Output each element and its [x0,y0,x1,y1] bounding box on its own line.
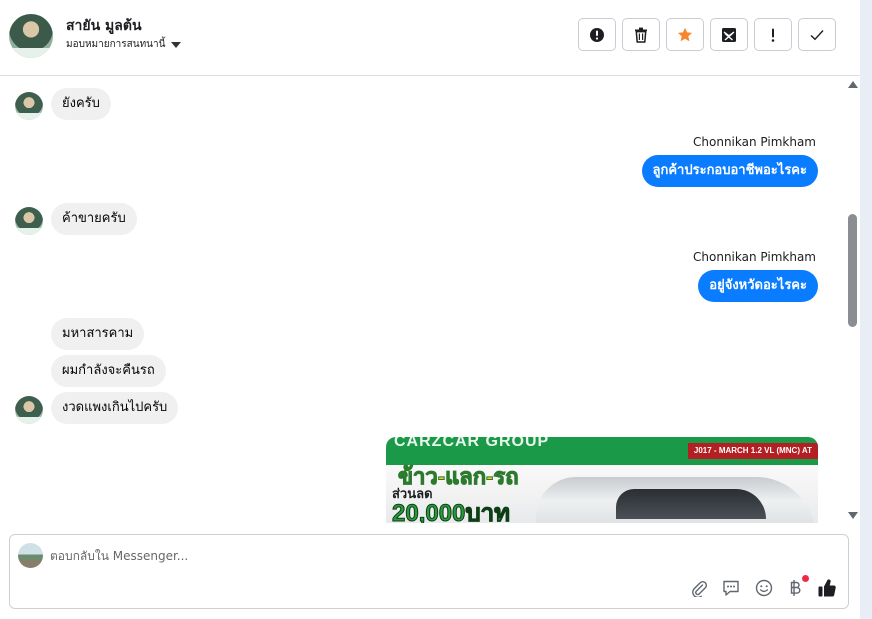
report-button[interactable] [578,18,616,51]
reply-input[interactable] [50,545,650,567]
conversation-header: สายัน มูลต้น มอบหมายการสนทนานี้ [0,0,860,76]
attach-button[interactable] [688,577,710,599]
contact-avatar-small [15,207,43,235]
assign-conversation-dropdown[interactable]: มอบหมายการสนทนานี้ [66,37,182,52]
scroll-down-arrow-icon[interactable] [848,512,858,519]
baht-icon [790,580,801,596]
chat-bubble-icon [723,580,739,596]
contact-avatar-small [15,396,43,424]
spam-button[interactable] [710,18,748,51]
delete-button[interactable] [622,18,660,51]
promo-image-attachment[interactable]: CARZCAR GROUP J017 - MARCH 1.2 VL (MNC) … [386,437,818,523]
thread-scrollbar[interactable] [846,77,860,523]
like-button[interactable] [816,577,838,599]
contact-name[interactable]: สายัน มูลต้น [66,15,142,37]
saved-replies-button[interactable] [720,577,742,599]
right-edge-strip [860,0,872,619]
contact-avatar[interactable] [9,14,53,58]
promo-spec-label: J017 - MARCH 1.2 VL (MNC) AT [687,443,818,459]
promo-amount: 20,000บาท [392,500,511,524]
envelope-x-icon [722,27,736,42]
exclamation-circle-icon [590,27,604,42]
header-actions [578,18,836,51]
scroll-thumb[interactable] [848,214,857,327]
outgoing-message[interactable]: ลูกค้าประกอบอาชีพอะไรคะ [641,155,818,187]
smiley-icon [755,579,773,597]
notification-dot [802,575,809,582]
exclamation-icon [771,28,775,42]
check-icon [810,29,824,40]
sender-name: Chonnikan Pimkham [693,135,816,149]
trash-icon [635,27,647,43]
star-button[interactable] [666,18,704,51]
important-button[interactable] [754,18,792,51]
scroll-up-arrow-icon[interactable] [848,81,858,88]
done-button[interactable] [798,18,836,51]
incoming-message[interactable]: ค้าขายครับ [51,203,137,235]
payment-button[interactable] [785,575,809,599]
contact-avatar-small [15,92,43,120]
incoming-message[interactable]: ยังครับ [51,88,111,120]
outgoing-message[interactable]: อยู่จังหวัดอะไรคะ [698,270,818,302]
assign-label: มอบหมายการสนทนานี้ [66,39,166,50]
incoming-message[interactable]: ผมกำลังจะคืนรถ [51,355,166,387]
star-icon [677,27,693,41]
caret-down-icon [171,41,182,48]
promo-car-window [616,489,766,519]
paperclip-icon [692,580,708,597]
emoji-button[interactable] [753,577,775,599]
sender-name: Chonnikan Pimkham [693,250,816,264]
incoming-message[interactable]: มหาสารคาม [51,318,145,350]
incoming-message[interactable]: งวดแพงเกินไปครับ [51,392,179,424]
message-composer [9,534,849,609]
page-avatar [18,543,43,568]
thumbs-up-icon [818,579,836,597]
message-thread[interactable]: ยังครับ Chonnikan Pimkham ลูกค้าประกอบอา… [0,77,846,523]
promo-banner-text: CARZCAR GROUP [394,437,550,450]
